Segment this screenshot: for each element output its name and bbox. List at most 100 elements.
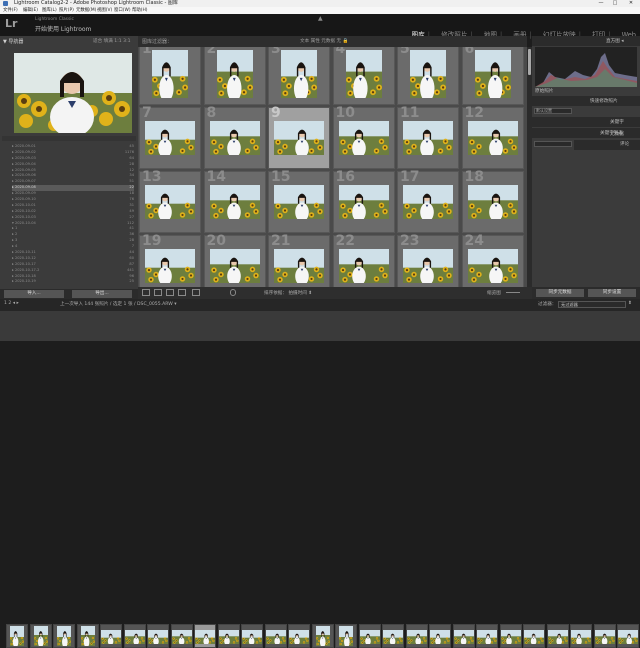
filmstrip-thumbnail[interactable] — [264, 624, 287, 648]
grid-cell[interactable]: 22 — [332, 233, 395, 287]
keywords-title[interactable]: 关键字 — [610, 119, 624, 125]
filmstrip-thumbnail[interactable] — [170, 624, 193, 648]
grid-scrollbar-thumb[interactable] — [528, 49, 531, 75]
filmstrip-thumbnail[interactable] — [617, 624, 639, 648]
photo-thumbnail[interactable] — [152, 50, 188, 98]
photo-thumbnail[interactable] — [209, 185, 260, 219]
filmstrip-thumbnail[interactable] — [382, 624, 404, 648]
histogram-title[interactable]: 直方图 ◂ — [606, 38, 624, 44]
grid-cell[interactable]: 18 — [461, 169, 524, 233]
filmstrip-thumbnail[interactable] — [76, 624, 99, 648]
grid-cell[interactable]: 3 — [268, 47, 330, 105]
quick-develop-title[interactable]: 快速修改照片 — [590, 98, 618, 104]
painter-icon[interactable] — [230, 289, 236, 296]
grid-cell[interactable]: 4 — [332, 47, 395, 105]
grid-cell[interactable]: 2 — [203, 47, 266, 105]
photo-grid[interactable]: 1 2 3 4 5 6 7 8 9 10 11 12 13 14 15 16 1… — [138, 47, 527, 287]
thumbnail-size-slider[interactable] — [506, 292, 520, 293]
sort-value[interactable]: 拍摄时间 ⬍ — [288, 291, 312, 296]
people-view-icon[interactable] — [192, 289, 200, 296]
grid-cell[interactable]: 12 — [461, 105, 524, 169]
import-button[interactable]: 导入... — [4, 290, 64, 298]
filmstrip-thumbnail[interactable] — [100, 624, 122, 648]
filmstrip-thumbnail[interactable] — [217, 624, 240, 648]
photo-thumbnail[interactable] — [145, 249, 195, 283]
filmstrip-thumbnail[interactable] — [123, 624, 146, 648]
photo-thumbnail[interactable] — [474, 50, 511, 98]
menu-metadata[interactable]: 元数据(M) — [76, 7, 96, 14]
preset-dropdown[interactable]: 默认设置 — [534, 108, 572, 114]
filmstrip-thumbnail[interactable] — [499, 624, 522, 648]
metadata-preset-dropdown[interactable] — [534, 141, 572, 147]
menu-view[interactable]: 视图(V) — [97, 7, 112, 14]
photo-thumbnail[interactable] — [274, 121, 324, 155]
photo-thumbnail[interactable] — [145, 121, 195, 155]
comments-title[interactable]: 评论 — [620, 141, 629, 147]
filmstrip-thumbnail[interactable] — [546, 624, 569, 648]
grid-cell[interactable]: 20 — [203, 233, 266, 287]
loupe-view-icon[interactable] — [154, 289, 162, 296]
grid-cell[interactable]: 11 — [397, 105, 459, 169]
photo-thumbnail[interactable] — [274, 249, 324, 283]
photo-thumbnail[interactable] — [209, 249, 260, 283]
grid-view-icon[interactable] — [142, 289, 150, 296]
grid-cell[interactable]: 23 — [397, 233, 459, 287]
photo-thumbnail[interactable] — [338, 121, 389, 155]
grid-cell[interactable]: 9 — [268, 105, 330, 169]
filter-dropdown[interactable]: 无过滤器 — [558, 301, 626, 308]
photo-thumbnail[interactable] — [403, 185, 453, 219]
filmstrip-source[interactable]: 上一次导入 144 张照片 / 选定 1 张 / DSC_0055.ARW ▾ — [60, 301, 177, 307]
filmstrip-thumbnail[interactable] — [335, 624, 357, 648]
grid-cell[interactable]: 7 — [139, 105, 201, 169]
filmstrip-thumbnail[interactable] — [6, 624, 28, 648]
filmstrip[interactable] — [0, 311, 640, 648]
navigator-zoom-options[interactable]: 适合 填满 1:1 3:1 — [93, 38, 131, 44]
filmstrip-thumbnail[interactable] — [194, 624, 216, 648]
menu-library[interactable]: 图库(L) — [42, 7, 57, 14]
photo-thumbnail[interactable] — [338, 185, 389, 219]
grid-cell[interactable]: 13 — [139, 169, 201, 233]
filmstrip-thumbnail[interactable] — [53, 624, 75, 648]
photo-thumbnail[interactable] — [467, 121, 518, 155]
photo-thumbnail[interactable] — [410, 50, 446, 98]
folder-item[interactable]: ▸ 2020-10-19 25 — [12, 279, 134, 285]
navigator-preview[interactable] — [14, 53, 132, 133]
filmstrip-thumbnail[interactable] — [476, 624, 498, 648]
navigator-title[interactable]: ▼ 导航器 — [3, 38, 23, 45]
photo-thumbnail[interactable] — [145, 185, 195, 219]
grid-cell[interactable]: 19 — [139, 233, 201, 287]
grid-cell[interactable]: 8 — [203, 105, 266, 169]
grid-cell[interactable]: 6 — [461, 47, 524, 105]
menu-file[interactable]: 文件(F) — [3, 7, 18, 14]
filmstrip-thumbnail[interactable] — [523, 624, 545, 648]
grid-cell[interactable]: 21 — [268, 233, 330, 287]
filmstrip-thumbnail[interactable] — [288, 624, 310, 648]
filmstrip-nav[interactable]: 1 2 ◂ ▸ — [4, 301, 19, 306]
filmstrip-thumbnail[interactable] — [241, 624, 263, 648]
photo-thumbnail[interactable] — [338, 249, 389, 283]
filmstrip-thumbnail[interactable] — [358, 624, 381, 648]
filter-lock-icon[interactable]: ⬍ — [628, 301, 632, 306]
maximize-button[interactable]: □ — [608, 0, 622, 7]
minimize-button[interactable]: — — [594, 0, 608, 7]
filmstrip-thumbnail[interactable] — [570, 624, 592, 648]
filmstrip-thumbnail[interactable] — [311, 624, 334, 648]
sort-control[interactable]: 排序依据： 拍摄时间 ⬍ — [264, 290, 312, 296]
photo-thumbnail[interactable] — [403, 249, 453, 283]
filmstrip-thumbnail[interactable] — [405, 624, 428, 648]
collapse-top-icon[interactable]: ▲ — [318, 15, 323, 22]
grid-cell[interactable]: 14 — [203, 169, 266, 233]
grid-cell[interactable]: 24 — [461, 233, 524, 287]
filmstrip-thumbnail[interactable] — [593, 624, 616, 648]
photo-thumbnail[interactable] — [345, 50, 382, 98]
export-button[interactable]: 导出... — [72, 290, 132, 298]
grid-cell[interactable]: 1 — [139, 47, 201, 105]
photo-thumbnail[interactable] — [216, 50, 253, 98]
sync-settings-button[interactable]: 同步设置 — [588, 289, 636, 297]
photo-thumbnail[interactable] — [209, 121, 260, 155]
library-filter-options[interactable]: 文本 属性 元数据 无 🔒 — [300, 38, 348, 44]
photo-thumbnail[interactable] — [467, 185, 518, 219]
grid-cell[interactable]: 10 — [332, 105, 395, 169]
menu-edit[interactable]: 编辑(E) — [23, 7, 38, 14]
sync-metadata-button[interactable]: 同步元数据 — [536, 289, 584, 297]
